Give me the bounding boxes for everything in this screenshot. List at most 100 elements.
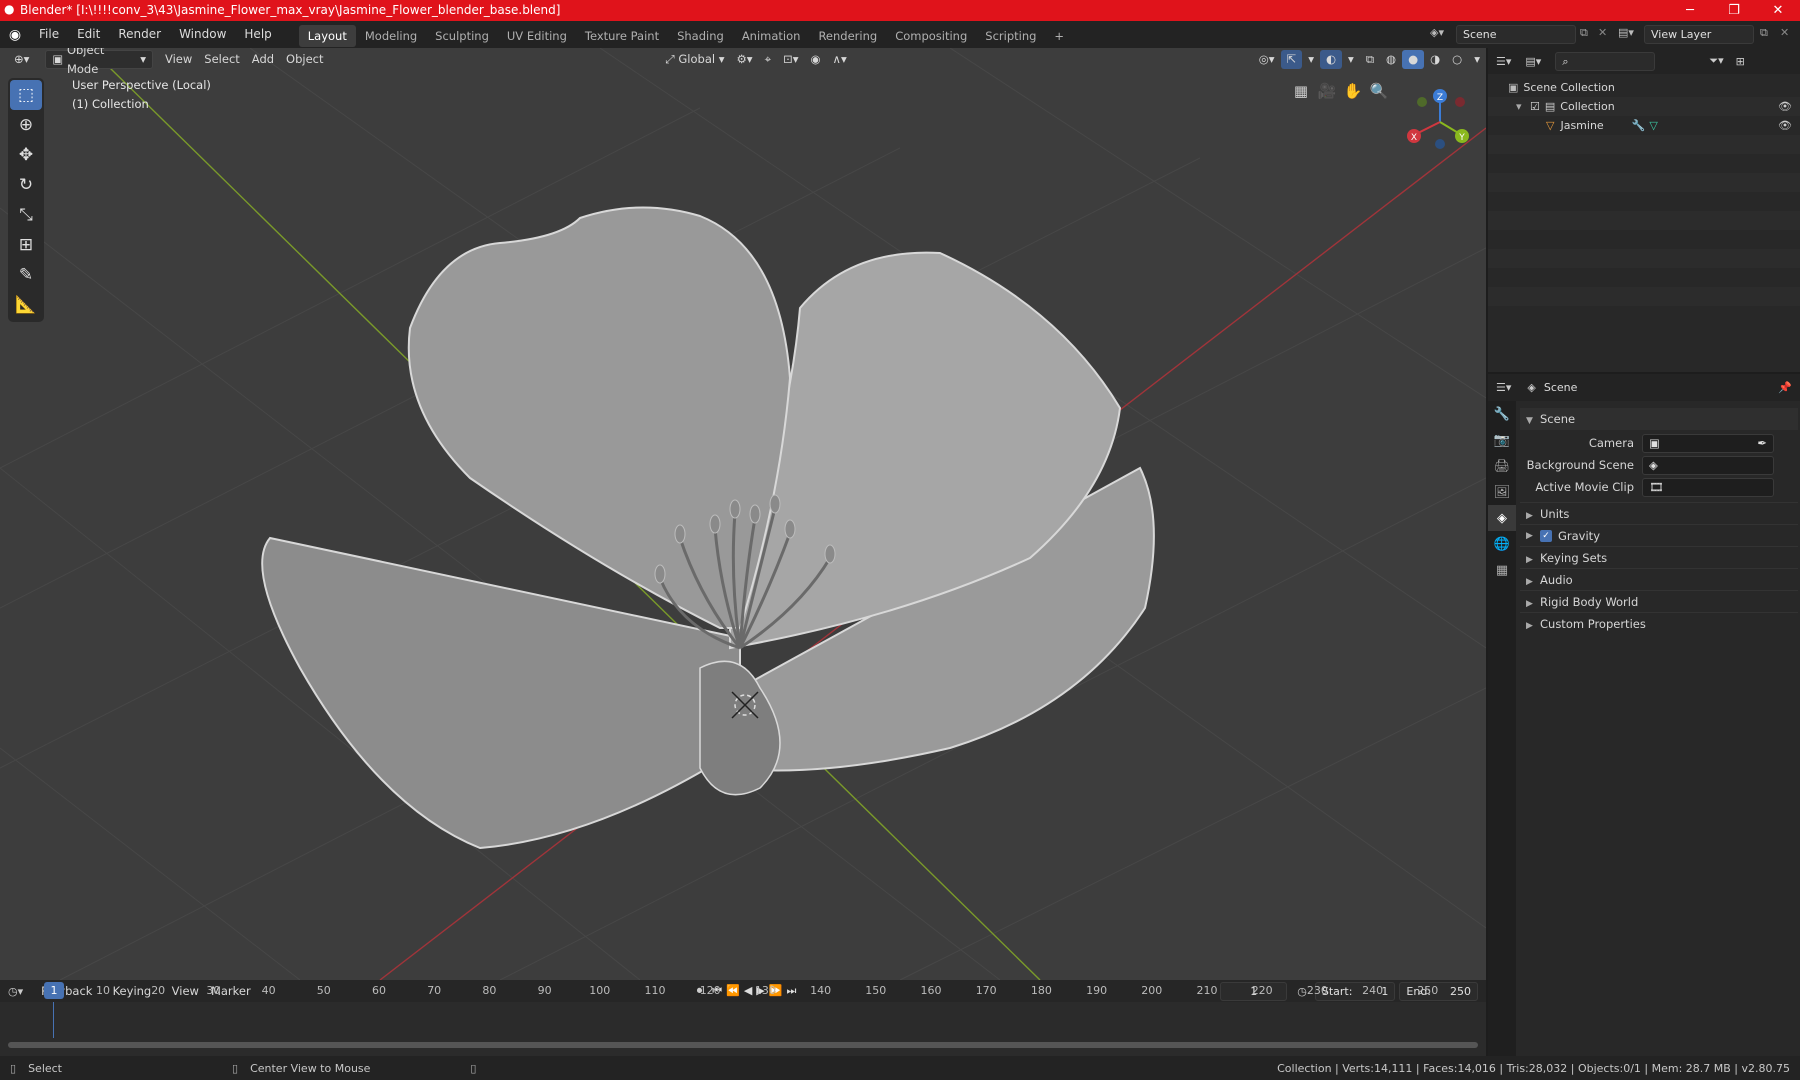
view-layer-browse-icon[interactable]: ▤▾ — [1618, 26, 1634, 39]
playhead-frame-badge[interactable]: 1 — [44, 982, 64, 999]
shading-dropdown-icon[interactable]: ▾ — [1468, 50, 1486, 69]
pin-icon[interactable]: 📌 — [1778, 381, 1792, 394]
display-mode-icon[interactable]: ▤▾ — [1525, 55, 1541, 68]
menu-render[interactable]: Render — [109, 21, 170, 48]
tab-modeling[interactable]: Modeling — [356, 25, 426, 47]
delete-scene-icon[interactable]: ✕ — [1598, 26, 1607, 39]
tab-uv-editing[interactable]: UV Editing — [498, 25, 576, 47]
tab-shading[interactable]: Shading — [668, 25, 733, 47]
scene-tab-icon[interactable]: ◈ — [1488, 505, 1516, 531]
tab-layout[interactable]: Layout — [298, 24, 356, 47]
transform-tool-icon[interactable]: ⊞ — [10, 230, 42, 260]
menu-edit[interactable]: Edit — [68, 21, 109, 48]
add-workspace-button[interactable]: + — [1045, 25, 1073, 47]
camera-view-icon[interactable]: 🎥 — [1314, 78, 1340, 104]
material-shading-icon[interactable]: ◑ — [1424, 50, 1446, 69]
rigid-body-world-panel-header[interactable]: ▶ Rigid Body World — [1520, 590, 1798, 612]
new-view-layer-icon[interactable]: ⧉ — [1760, 26, 1768, 40]
tab-texture-paint[interactable]: Texture Paint — [576, 25, 668, 47]
snap-icon[interactable]: ⌖ — [759, 50, 777, 69]
gizmo-dropdown-icon[interactable]: ▾ — [1302, 50, 1320, 69]
minimize-button[interactable]: ─ — [1668, 0, 1712, 21]
eyedropper-icon[interactable]: ✒ — [1757, 435, 1767, 452]
keying-sets-panel-header[interactable]: ▶ Keying Sets — [1520, 546, 1798, 568]
jasmine-flower-model[interactable] — [261, 206, 1155, 850]
rotate-tool-icon[interactable]: ↻ — [10, 170, 42, 200]
annotate-tool-icon[interactable]: ✎ — [10, 260, 42, 290]
falloff-icon[interactable]: ∧▾ — [827, 50, 853, 69]
snap-target-icon[interactable]: ⊡▾ — [777, 50, 804, 69]
scene-selector[interactable]: Scene — [1456, 25, 1576, 44]
rendered-shading-icon[interactable]: ○ — [1446, 50, 1468, 69]
properties-editor-type-icon[interactable]: ☰▾ — [1496, 381, 1511, 394]
expand-arrow-icon[interactable]: ▾ — [1516, 97, 1530, 116]
pivot-point-icon[interactable]: ⚙▾ — [731, 50, 759, 69]
world-tab-icon[interactable]: 🌐 — [1488, 531, 1516, 557]
viewport-menu-add[interactable]: Add — [246, 50, 280, 69]
outliner-editor-type-icon[interactable]: ☰▾ — [1496, 55, 1511, 68]
overlay-dropdown-icon[interactable]: ▾ — [1342, 50, 1360, 69]
collection-visibility-eye-icon[interactable]: 👁 — [1778, 97, 1792, 116]
new-collection-icon[interactable]: ⊞ — [1736, 55, 1745, 68]
xray-toggle-icon[interactable]: ⧉ — [1360, 50, 1380, 69]
tab-scripting[interactable]: Scripting — [976, 25, 1045, 47]
custom-properties-panel-header[interactable]: ▶ Custom Properties — [1520, 612, 1798, 634]
editor-type-icon[interactable]: ⊕▾ — [8, 50, 35, 69]
menu-file[interactable]: File — [30, 21, 68, 48]
new-scene-icon[interactable]: ⧉ — [1580, 26, 1588, 40]
jasmine-visibility-eye-icon[interactable]: 👁 — [1778, 116, 1792, 135]
navigation-gizmo[interactable]: Z X Y — [1400, 84, 1480, 154]
scene-browse-icon[interactable]: ◈▾ — [1430, 26, 1444, 39]
transform-orientation-dropdown[interactable]: ⤢ Global ▾ — [660, 50, 731, 69]
camera-field[interactable]: ▣ ✒ — [1642, 433, 1774, 453]
outliner-row-jasmine[interactable]: ▽ Jasmine 🔧 ▽ 👁 — [1488, 116, 1800, 135]
visibility-icon[interactable]: ◎▾ — [1253, 50, 1281, 69]
3d-viewport[interactable]: ⊕▾ ▣ Object Mode ▾ View Select Add Objec… — [0, 48, 1486, 980]
texture-tab-icon[interactable]: ▦ — [1488, 557, 1516, 583]
maximize-button[interactable]: ❐ — [1712, 0, 1756, 21]
scene-section-header[interactable]: ▼ Scene — [1520, 408, 1798, 430]
timeline-track-area[interactable]: 1102030405060708090100110120130140150160… — [0, 982, 1486, 1056]
viewport-menu-view[interactable]: View — [159, 50, 198, 69]
viewport-menu-select[interactable]: Select — [198, 50, 245, 69]
close-button[interactable]: ✕ — [1756, 0, 1800, 21]
background-scene-field[interactable]: ◈ — [1642, 455, 1774, 475]
output-tab-icon[interactable]: 🖨 — [1488, 453, 1516, 479]
tab-rendering[interactable]: Rendering — [809, 25, 886, 47]
outliner-search-input[interactable]: ⌕ — [1555, 51, 1656, 71]
gravity-checkbox[interactable]: ✓ — [1540, 529, 1552, 542]
tool-tab-icon[interactable]: 🔧 — [1488, 401, 1516, 427]
render-tab-icon[interactable]: 📷 — [1488, 427, 1516, 453]
zoom-view-icon[interactable]: 🔍 — [1366, 78, 1392, 104]
view-layer-selector[interactable]: View Layer — [1644, 25, 1754, 44]
solid-shading-icon[interactable]: ● — [1402, 50, 1425, 69]
exclude-checkbox-icon[interactable]: ☑ — [1530, 97, 1540, 116]
viewport-menu-object[interactable]: Object — [280, 50, 329, 69]
measure-tool-icon[interactable]: 📐 — [10, 290, 42, 320]
wireframe-shading-icon[interactable]: ◍ — [1380, 50, 1402, 69]
delete-view-layer-icon[interactable]: ✕ — [1780, 26, 1789, 39]
filter-icon[interactable]: ⏷▾ — [1709, 54, 1723, 68]
outliner-row-collection[interactable]: ▾ ☑ ▤ Collection 👁 — [1488, 97, 1800, 116]
audio-panel-header[interactable]: ▶ Audio — [1520, 568, 1798, 590]
proportional-edit-icon[interactable]: ◉ — [805, 50, 827, 69]
move-tool-icon[interactable]: ✥ — [10, 140, 42, 170]
cursor-tool-icon[interactable]: ⊕ — [10, 110, 42, 140]
mesh-data-icon[interactable]: ▽ — [1649, 116, 1657, 135]
toggle-perspective-icon[interactable]: ▦ — [1288, 78, 1314, 104]
object-mode-dropdown[interactable]: ▣ Object Mode ▾ — [45, 48, 153, 76]
timeline-scrollbar[interactable] — [8, 1042, 1478, 1048]
select-box-tool-icon[interactable]: ⬚ — [10, 80, 42, 110]
outliner-row-scene-collection[interactable]: ▣ Scene Collection — [1488, 78, 1800, 97]
blender-menu-icon[interactable]: ◉ — [0, 27, 30, 43]
gizmo-toggle-icon[interactable]: ⇱ — [1280, 50, 1303, 69]
tab-sculpting[interactable]: Sculpting — [426, 25, 498, 47]
modifier-wrench-icon[interactable]: 🔧 — [1632, 116, 1646, 135]
pan-view-icon[interactable]: ✋ — [1340, 78, 1366, 104]
tab-animation[interactable]: Animation — [733, 25, 810, 47]
units-panel-header[interactable]: ▶ Units — [1520, 502, 1798, 524]
tab-compositing[interactable]: Compositing — [886, 25, 976, 47]
gravity-panel-header[interactable]: ▶ ✓ Gravity — [1520, 524, 1798, 546]
view-layer-tab-icon[interactable]: 🖼 — [1488, 479, 1516, 505]
menu-window[interactable]: Window — [170, 21, 235, 48]
